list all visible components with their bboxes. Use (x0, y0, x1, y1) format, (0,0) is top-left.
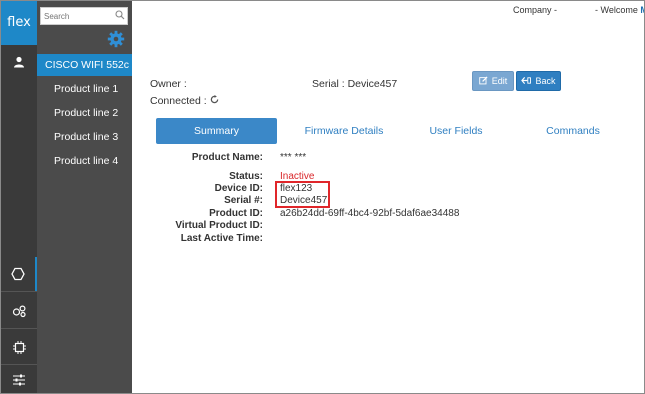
user-icon[interactable] (1, 49, 37, 75)
flex-logo[interactable]: flex (1, 1, 37, 45)
welcome-user[interactable]: M (640, 5, 644, 15)
sidebar-item-product-line-4[interactable]: Product line 4 (37, 150, 132, 172)
edit-icon (479, 75, 488, 87)
refresh-icon[interactable] (210, 95, 219, 107)
owner-label: Owner : (150, 78, 187, 90)
highlight-box (275, 181, 330, 208)
groups-icon[interactable] (1, 293, 37, 327)
connected-label: Connected : (150, 95, 207, 107)
status-label: Status: (229, 171, 263, 182)
product-id-value: a26b24dd-69ff-4bc4-92bf-5daf6ae34488 (280, 208, 460, 219)
product-name-value: *** *** (280, 152, 307, 163)
sidebar-item-product-line-3[interactable]: Product line 3 (37, 126, 132, 148)
back-label: Back (535, 76, 556, 86)
welcome-text: - Welcome M (595, 5, 644, 15)
last-active-time-label: Last Active Time: (180, 233, 263, 244)
sidebar-item-product-line-1[interactable]: Product line 1 (37, 78, 132, 100)
device-id-label: Device ID: (214, 183, 263, 194)
tab-firmware-details[interactable]: Firmware Details (301, 118, 387, 144)
tab-user-fields[interactable]: User Fields (426, 118, 486, 144)
edit-button[interactable]: Edit (472, 71, 514, 91)
tab-commands[interactable]: Commands (541, 118, 605, 144)
product-name-label: Product Name: (191, 152, 263, 163)
icon-rail: flex (1, 1, 37, 393)
app-window: flex Search CISCO WIFI 552c Product line… (0, 0, 645, 394)
search-box (40, 7, 128, 25)
back-button[interactable]: Back (516, 71, 561, 91)
company-label: Company - (513, 5, 558, 15)
serial-number-label: Serial #: (224, 195, 263, 206)
chip-icon[interactable] (1, 330, 37, 364)
settings-sliders-icon[interactable] (1, 366, 37, 393)
product-id-label: Product ID: (209, 208, 263, 219)
sidebar-item-selected-device[interactable]: CISCO WIFI 552c (37, 54, 132, 76)
tab-summary[interactable]: Summary (156, 118, 277, 144)
gear-icon[interactable] (107, 30, 125, 51)
back-icon (521, 76, 532, 87)
devices-icon[interactable] (1, 257, 37, 291)
product-sidebar: CISCO WIFI 552c Product line 1 Product l… (37, 1, 132, 393)
virtual-product-id-label: Virtual Product ID: (175, 220, 263, 231)
serial-header: Serial : Device457 (312, 78, 398, 90)
search-icon[interactable] (115, 10, 125, 23)
welcome-label: - Welcome (595, 5, 638, 15)
edit-label: Edit (491, 76, 508, 86)
search-input[interactable] (41, 8, 112, 24)
sidebar-item-product-line-2[interactable]: Product line 2 (37, 102, 132, 124)
top-bar: Company - - Welcome M (132, 1, 644, 19)
